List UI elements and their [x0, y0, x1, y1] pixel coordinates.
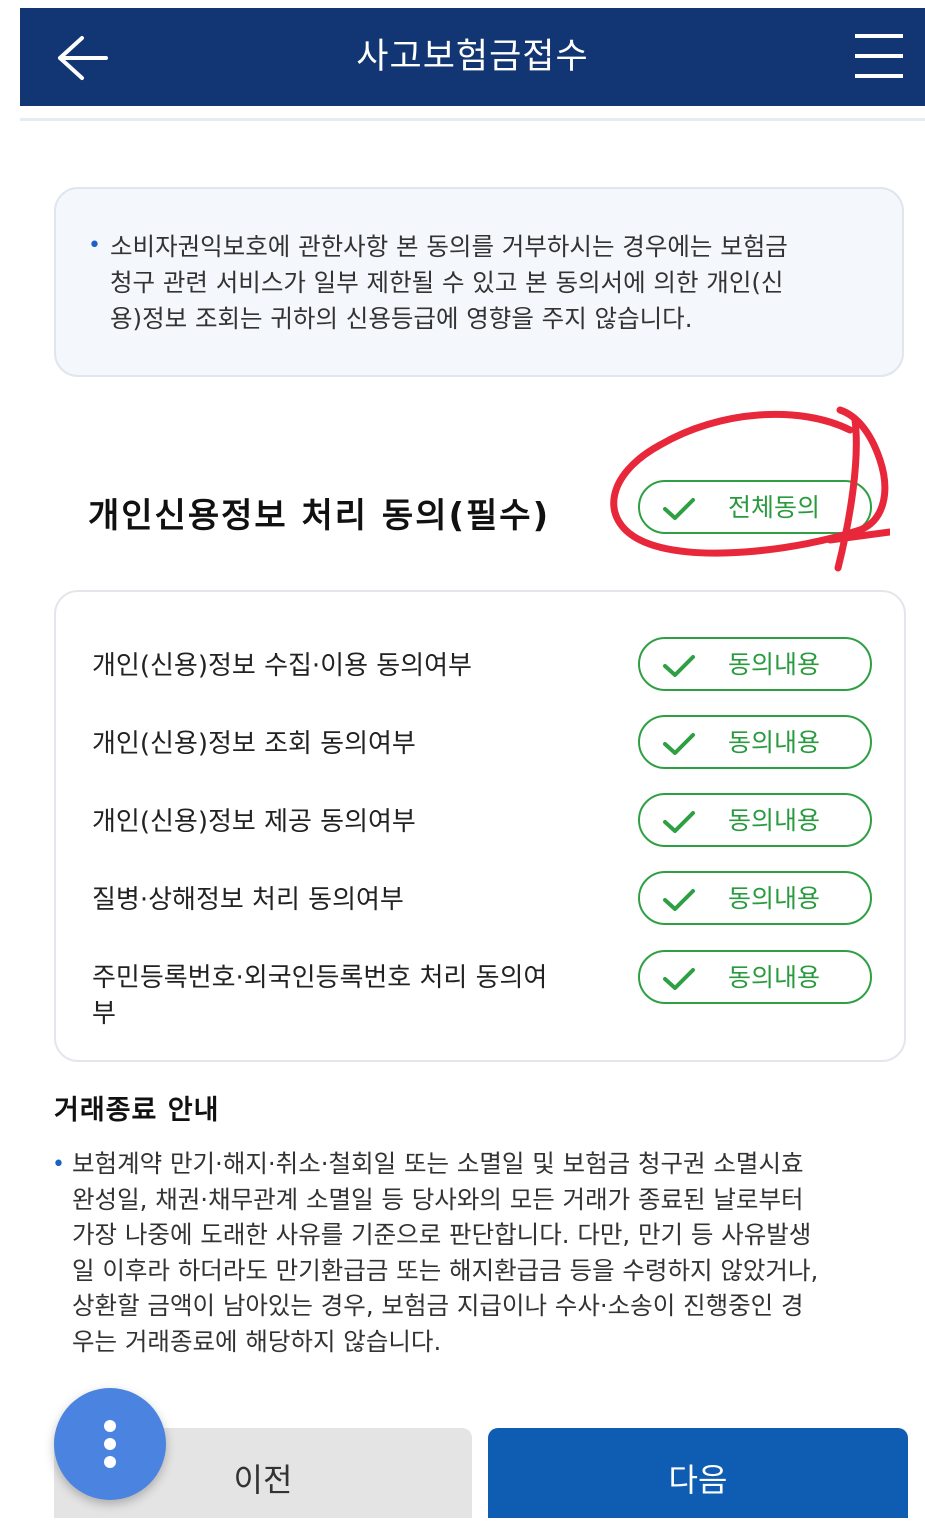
app-header: 사고보험금접수 [20, 8, 925, 106]
header-divider [20, 118, 925, 121]
consent-item-label: 개인(신용)정보 제공 동의여부 [92, 807, 416, 837]
consent-detail-label: 동의내용 [728, 963, 821, 992]
notice-text: 소비자권익보호에 관한사항 본 동의를 거부하시는 경우에는 보험금 청구 관련… [110, 229, 880, 337]
check-icon [663, 889, 695, 911]
info-line: 보험계약 만기·해지·취소·철회일 또는 소멸일 및 보험금 청구권 소멸시효 [72, 1149, 804, 1178]
bullet-icon: • [88, 233, 101, 258]
floating-menu-button[interactable] [54, 1388, 166, 1500]
consent-detail-button[interactable]: 동의내용 [638, 637, 872, 691]
page-title: 사고보험금접수 [356, 37, 589, 77]
bullet-icon: • [52, 1152, 65, 1177]
consent-detail-button[interactable]: 동의내용 [638, 715, 872, 769]
check-icon [663, 733, 695, 755]
consent-item-label: 질병·상해정보 처리 동의여부 [92, 885, 404, 915]
agree-all-label: 전체동의 [728, 493, 821, 522]
next-button[interactable]: 다음 [488, 1428, 908, 1518]
consent-detail-button[interactable]: 동의내용 [638, 950, 872, 1004]
consent-detail-label: 동의내용 [728, 806, 821, 835]
check-icon [663, 968, 695, 990]
consent-detail-label: 동의내용 [728, 728, 821, 757]
info-line: 상환할 금액이 남아있는 경우, 보험금 지급이나 수사·소송이 진행중인 경 [72, 1291, 804, 1320]
check-icon [663, 498, 695, 520]
check-icon [663, 655, 695, 677]
info-line: 우는 거래종료에 해당하지 않습니다. [72, 1326, 442, 1356]
consent-item-label: 주민등록번호·외국인등록번호 처리 동의여 부 [92, 960, 622, 1032]
hamburger-menu-icon[interactable] [855, 30, 903, 82]
consent-detail-button[interactable]: 동의내용 [638, 871, 872, 925]
notice-line: 청구 관련 서비스가 일부 제한될 수 있고 본 동의서에 의한 개인(신 [110, 268, 784, 297]
notice-line: 용)정보 조회는 귀하의 신용등급에 영향을 주지 않습니다. [110, 304, 693, 333]
consent-detail-label: 동의내용 [728, 650, 821, 679]
agree-all-button[interactable]: 전체동의 [638, 480, 872, 534]
notice-line: 소비자권익보호에 관한사항 본 동의를 거부하시는 경우에는 보험금 [110, 232, 788, 261]
check-icon [663, 811, 695, 833]
consent-item-label: 개인(신용)정보 조회 동의여부 [92, 729, 416, 759]
info-line: 가장 나중에 도래한 사유를 기준으로 판단합니다. 다만, 만기 등 사유발생 [72, 1220, 812, 1249]
consent-section-title: 개인신용정보 처리 동의(필수) [88, 496, 551, 536]
transaction-info-text: 보험계약 만기·해지·취소·철회일 또는 소멸일 및 보험금 청구권 소멸시효 … [72, 1146, 912, 1359]
consent-detail-button[interactable]: 동의내용 [638, 793, 872, 847]
info-line: 완성일, 채권·채무관계 소멸일 등 당사와의 모든 거래가 종료된 날로부터 [72, 1184, 804, 1214]
consent-item-label: 개인(신용)정보 수집·이용 동의여부 [92, 651, 472, 681]
consumer-protection-notice: • 소비자권익보호에 관한사항 본 동의를 거부하시는 경우에는 보험금 청구 … [54, 187, 904, 377]
transaction-info-title: 거래종료 안내 [54, 1095, 220, 1126]
consent-item-label-line: 주민등록번호·외국인등록번호 처리 동의여 [92, 963, 548, 993]
consent-detail-label: 동의내용 [728, 884, 821, 913]
info-line: 일 이후라 하더라도 만기환급금 또는 해지환급금 등을 수령하지 않았거나, [72, 1255, 819, 1285]
consent-item-label-line: 부 [92, 999, 116, 1029]
